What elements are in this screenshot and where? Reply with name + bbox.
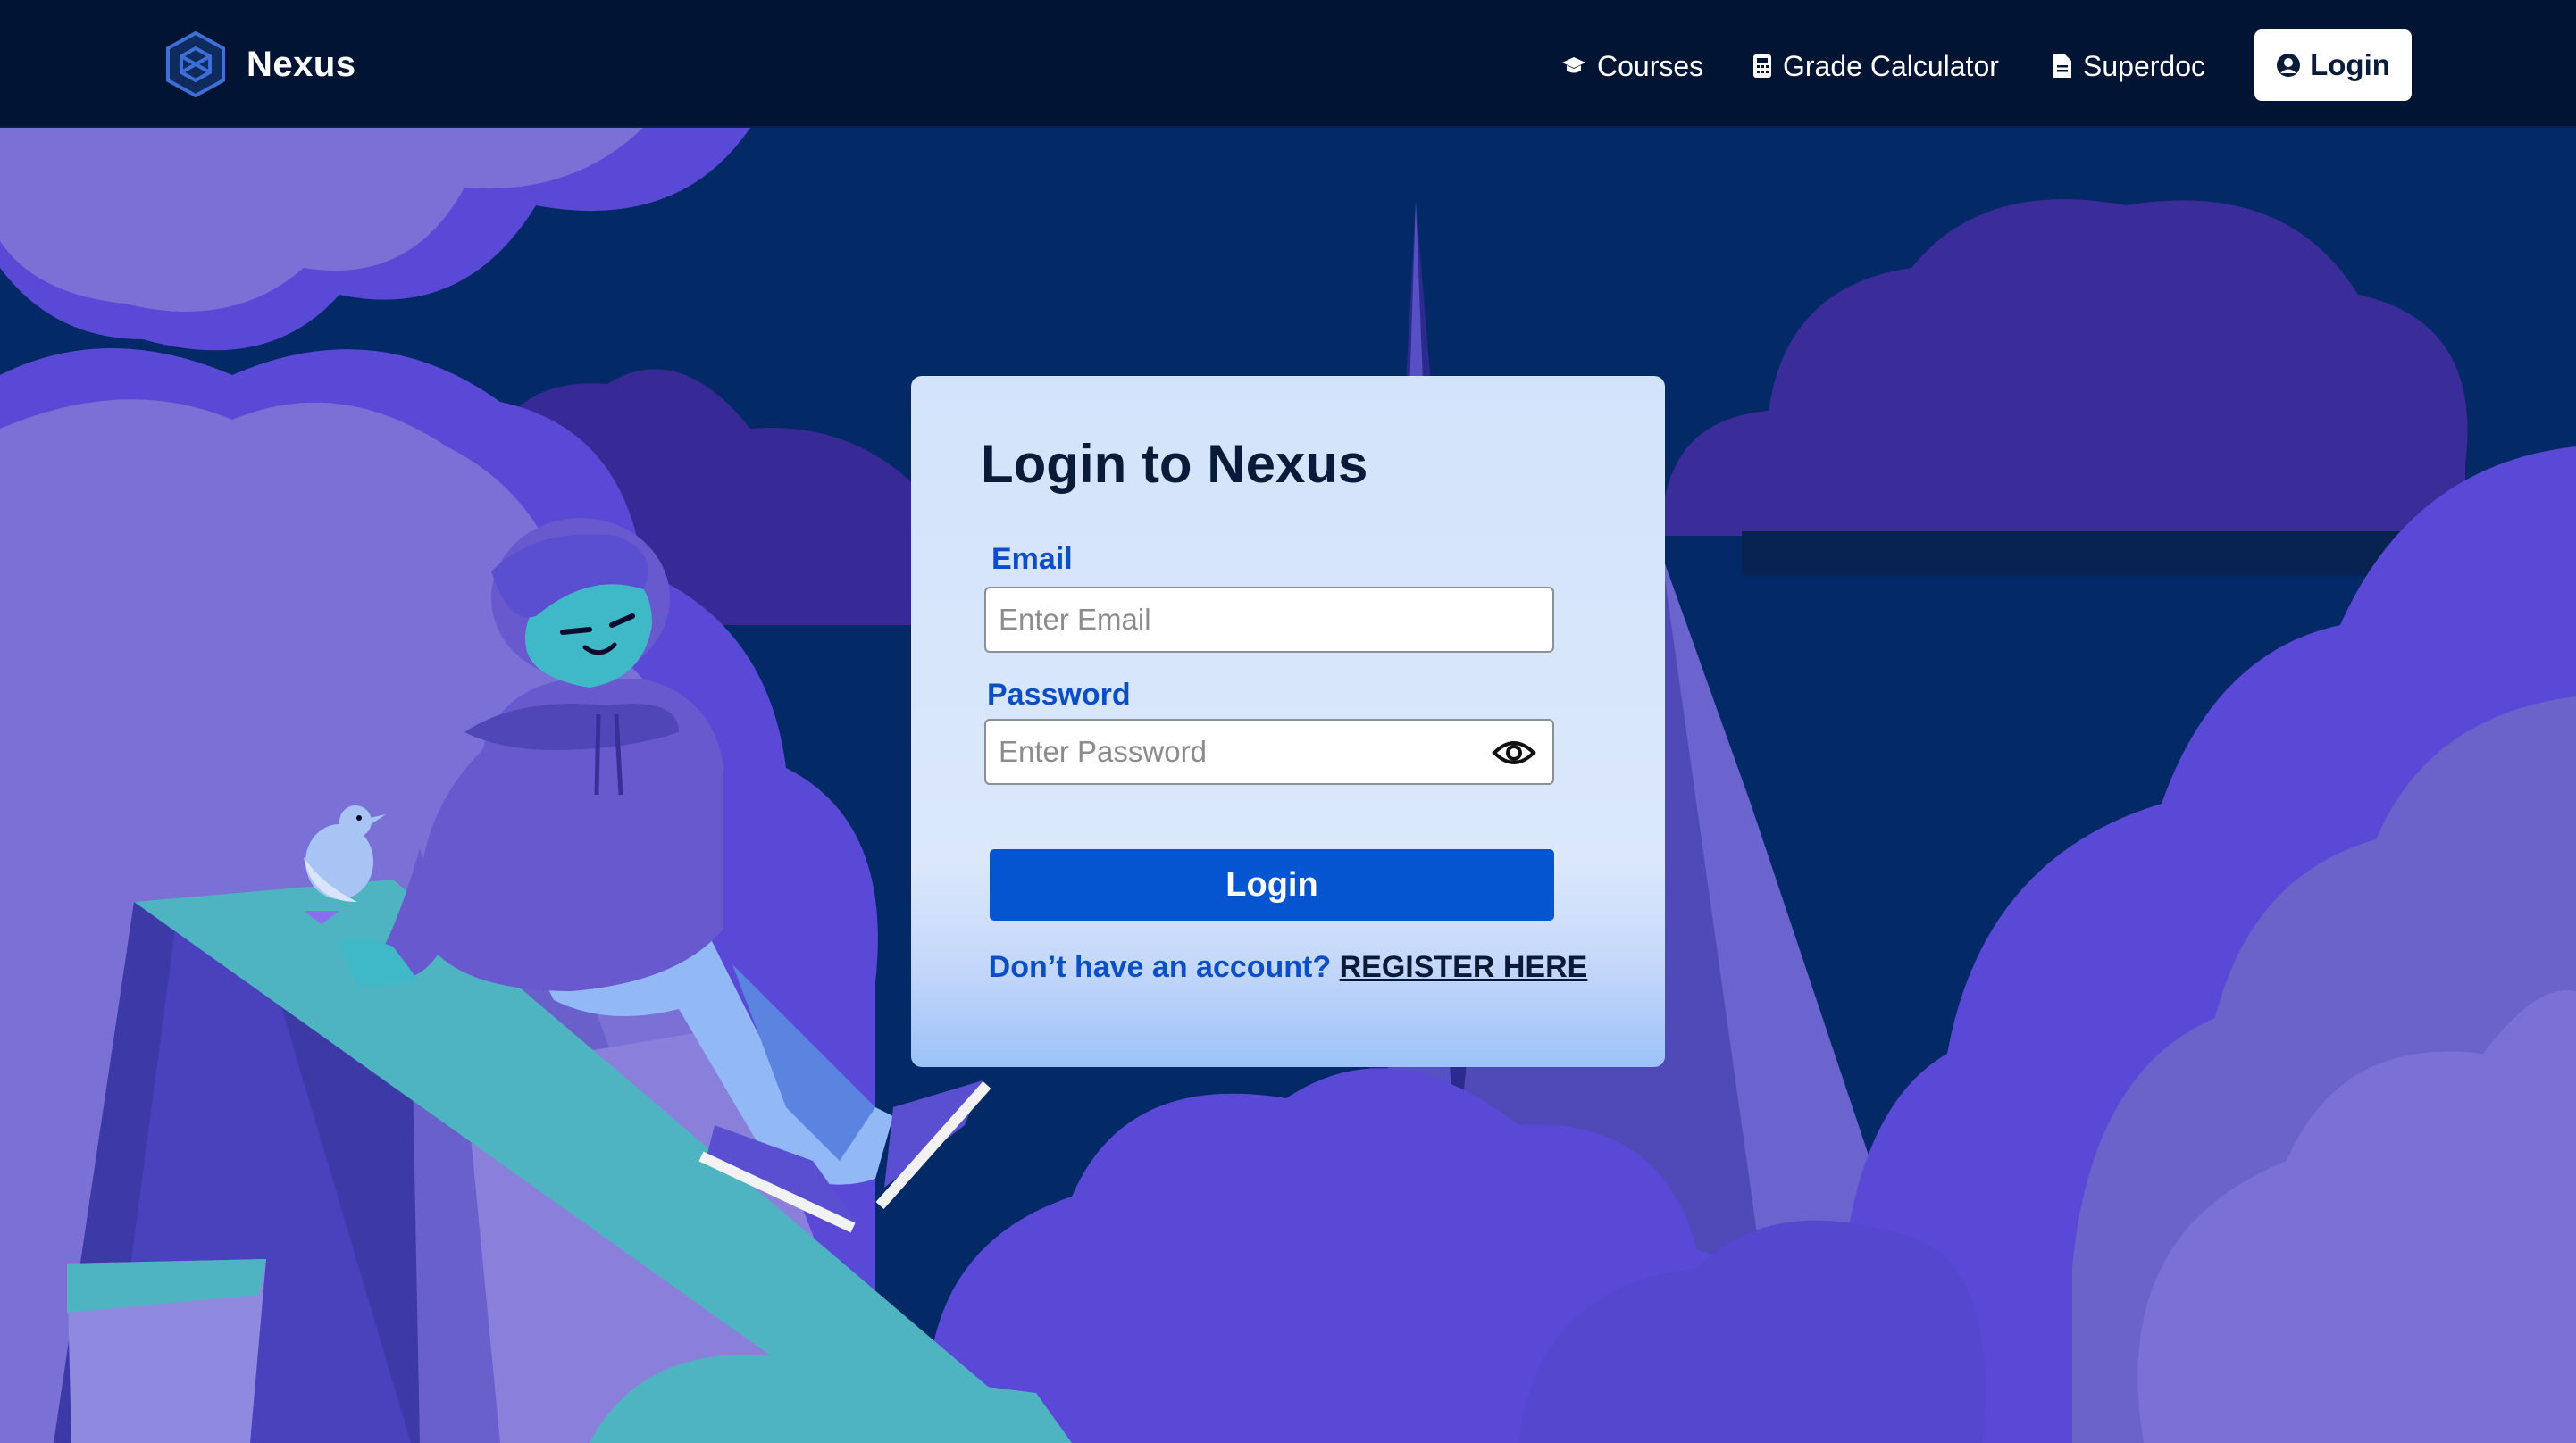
brand-logo-link[interactable]: Nexus [164,30,356,98]
user-circle-icon [2276,53,2301,78]
password-label: Password [987,678,1131,712]
document-icon [2053,54,2072,79]
login-card: Login to Nexus Email Enter Email Passwor… [911,376,1665,1067]
nav-link-courses-label: Courses [1597,49,1704,82]
nav-link-superdoc-label: Superdoc [2083,49,2205,82]
nav-link-courses[interactable]: Courses [1561,45,1703,88]
nav-login-label: Login [2310,48,2390,81]
graduation-cap-icon [1561,55,1586,77]
nav-login-button[interactable]: Login [2254,29,2412,101]
email-placeholder: Enter Email [999,603,1151,636]
nav-link-grade-calculator-label: Grade Calculator [1783,49,1999,82]
login-submit-button[interactable]: Login [990,849,1554,921]
top-navbar: Nexus Courses Grade Calculator Superdoc … [0,0,2576,128]
brand-name: Nexus [247,44,356,84]
nav-link-superdoc[interactable]: Superdoc [2053,45,2205,88]
eye-icon[interactable] [1492,735,1536,778]
login-title: Login to Nexus [981,434,1368,494]
email-input[interactable]: Enter Email [984,587,1554,653]
hexagon-logo-icon [166,30,225,98]
email-label: Email [991,542,1073,576]
register-link[interactable]: REGISTER HERE [1340,950,1588,984]
register-prompt: Don’t have an account? [988,950,1332,984]
calculator-icon [1752,54,1772,79]
register-prompt-line: Don’t have an account? REGISTER HERE [911,950,1665,985]
password-placeholder: Enter Password [999,735,1207,768]
password-input[interactable]: Enter Password [984,719,1554,785]
nav-link-grade-calculator[interactable]: Grade Calculator [1752,45,1999,88]
